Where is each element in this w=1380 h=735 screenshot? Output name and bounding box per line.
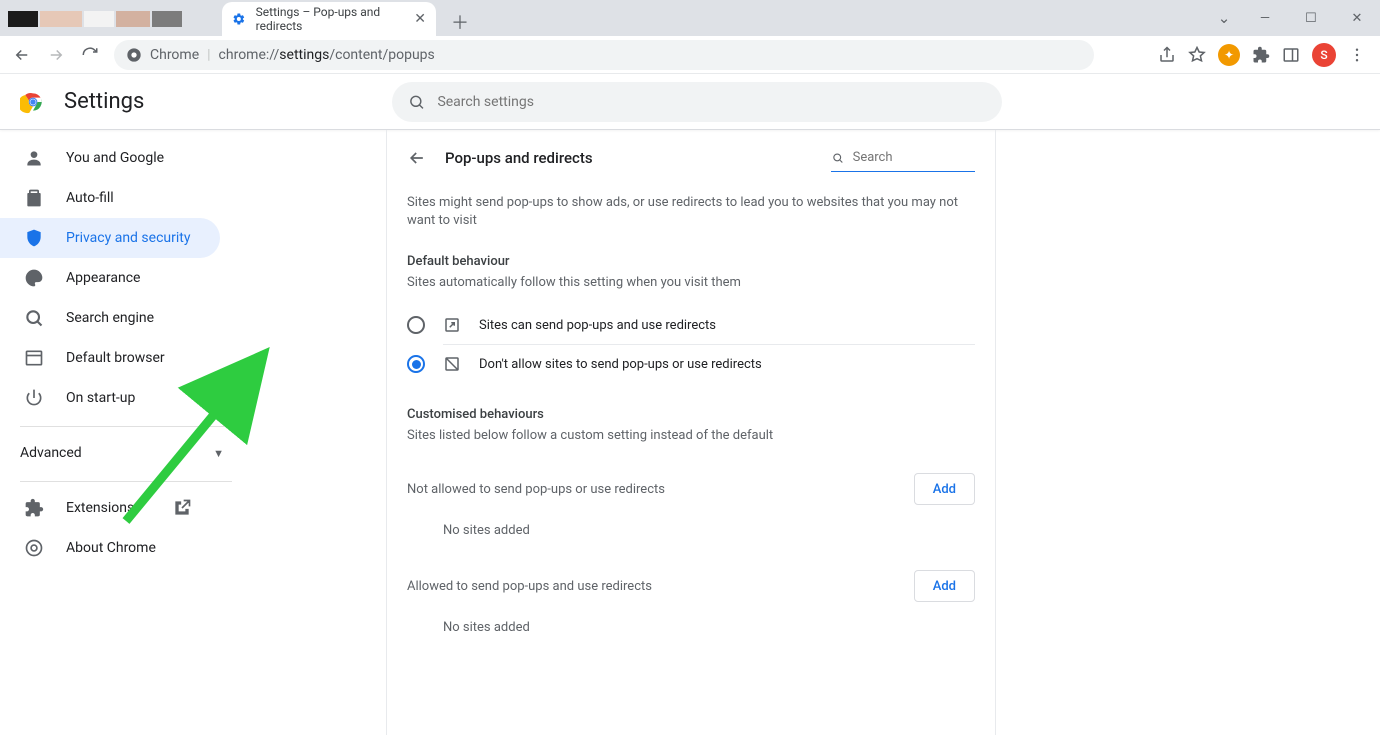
allowed-label: Allowed to send pop-ups and use redirect…: [407, 579, 652, 594]
chrome-outline-icon: [24, 538, 44, 558]
search-icon: [831, 150, 845, 166]
sidebar-item-label: You and Google: [66, 150, 164, 166]
sidebar-item-label: Auto-fill: [66, 190, 114, 206]
tabs-dropdown-icon[interactable]: ⌄: [1206, 9, 1242, 27]
radio-selected-icon: [407, 355, 425, 373]
not-allowed-empty: No sites added: [387, 505, 995, 556]
settings-header: Settings: [0, 74, 1380, 130]
extensions-icon[interactable]: [1252, 46, 1270, 64]
nav-reload-button[interactable]: [76, 41, 104, 69]
new-tab-button[interactable]: ＋: [446, 8, 474, 36]
window-close[interactable]: ✕: [1334, 2, 1380, 34]
extension-badge[interactable]: ✦: [1218, 44, 1240, 66]
window-minimize[interactable]: —: [1242, 2, 1288, 34]
back-arrow-button[interactable]: [407, 148, 427, 168]
bookmark-star-icon[interactable]: [1188, 46, 1206, 64]
nav-forward-button[interactable]: [42, 41, 70, 69]
page-title: Settings: [64, 89, 144, 114]
radio-label: Sites can send pop-ups and use redirects: [479, 318, 716, 333]
popup-blocked-icon: [443, 355, 461, 373]
omnibox-label: Chrome: [150, 47, 199, 63]
add-allowed-button[interactable]: Add: [914, 570, 975, 602]
palette-icon: [24, 268, 44, 288]
customised-behaviours-title: Customised behaviours: [387, 407, 995, 422]
puzzle-icon: [24, 498, 44, 518]
url-host: settings: [279, 47, 329, 63]
search-icon: [408, 93, 425, 111]
allowed-empty: No sites added: [387, 602, 995, 653]
popup-open-icon: [443, 316, 461, 334]
sidebar-item-appearance[interactable]: Appearance: [0, 258, 220, 298]
radio-unselected-icon: [407, 316, 425, 334]
sidebar-item-autofill[interactable]: Auto-fill: [0, 178, 220, 218]
close-tab-icon[interactable]: ✕: [414, 11, 426, 27]
sidebar-item-label: Search engine: [66, 310, 154, 326]
gear-icon: [232, 11, 246, 27]
sidebar-item-search-engine[interactable]: Search engine: [0, 298, 220, 338]
sidebar-item-label: On start-up: [66, 390, 135, 406]
sidebar-item-label: Extensions: [66, 500, 134, 516]
browser-icon: [24, 348, 44, 368]
kebab-menu-icon[interactable]: [1348, 46, 1366, 64]
profile-avatar[interactable]: S: [1312, 43, 1336, 67]
sidebar-item-extensions[interactable]: Extensions: [0, 488, 220, 528]
add-not-allowed-button[interactable]: Add: [914, 473, 975, 505]
sidebar-item-label: About Chrome: [66, 540, 156, 556]
not-allowed-label: Not allowed to send pop-ups or use redir…: [407, 482, 665, 497]
sidebar-item-label: Default browser: [66, 350, 165, 366]
panel-title: Pop-ups and redirects: [445, 149, 593, 167]
settings-panel: Pop-ups and redirects Sites might send p…: [386, 130, 996, 735]
panel-search[interactable]: [831, 144, 975, 172]
url-scheme: chrome://: [219, 47, 280, 63]
sidebar-advanced-toggle[interactable]: Advanced ▼: [0, 433, 256, 473]
panel-description: Sites might send pop-ups to show ads, or…: [387, 186, 995, 254]
shield-icon: [24, 228, 44, 248]
sidebar-item-on-startup[interactable]: On start-up: [0, 378, 220, 418]
sidebar-item-label: Privacy and security: [66, 230, 190, 246]
default-behaviour-subtitle: Sites automatically follow this setting …: [387, 269, 995, 306]
tab-title: Settings – Pop-ups and redirects: [256, 5, 405, 33]
settings-search-input[interactable]: [437, 94, 986, 110]
sidebar-item-you-and-google[interactable]: You and Google: [0, 138, 220, 178]
active-tab[interactable]: Settings – Pop-ups and redirects ✕: [222, 2, 436, 36]
sidepanel-icon[interactable]: [1282, 46, 1300, 64]
default-behaviour-title: Default behaviour: [387, 254, 995, 269]
nav-back-button[interactable]: [8, 41, 36, 69]
radio-label: Don't allow sites to send pop-ups or use…: [479, 357, 762, 372]
radio-block-popups[interactable]: Don't allow sites to send pop-ups or use…: [387, 345, 995, 383]
chevron-down-icon: ▼: [213, 447, 224, 460]
sidebar-item-default-browser[interactable]: Default browser: [0, 338, 220, 378]
tab-strip: Settings – Pop-ups and redirects ✕ ＋ ⌄ —…: [0, 0, 1380, 36]
panel-search-input[interactable]: [853, 150, 975, 165]
address-bar[interactable]: Chrome | chrome://settings/content/popup…: [114, 40, 1094, 70]
customised-behaviours-subtitle: Sites listed below follow a custom setti…: [387, 422, 995, 459]
clipboard-icon: [24, 188, 44, 208]
sidebar-item-privacy-security[interactable]: Privacy and security: [0, 218, 220, 258]
chrome-logo-icon: [20, 89, 46, 115]
settings-search[interactable]: [392, 82, 1002, 122]
radio-allow-popups[interactable]: Sites can send pop-ups and use redirects: [387, 306, 995, 344]
sidebar-item-about-chrome[interactable]: About Chrome: [0, 528, 220, 568]
settings-sidebar: You and Google Auto-fill Privacy and sec…: [0, 130, 256, 735]
share-icon[interactable]: [1158, 46, 1176, 64]
advanced-label: Advanced: [20, 445, 82, 461]
url-path: /content/popups: [329, 47, 434, 63]
power-icon: [24, 388, 44, 408]
browser-toolbar: Chrome | chrome://settings/content/popup…: [0, 36, 1380, 74]
sidebar-item-label: Appearance: [66, 270, 140, 286]
search-icon: [24, 308, 44, 328]
person-icon: [24, 148, 44, 168]
external-link-icon: [172, 498, 192, 518]
window-maximize[interactable]: ☐: [1288, 2, 1334, 34]
chrome-icon: [126, 47, 142, 63]
background-tab[interactable]: [0, 2, 222, 36]
